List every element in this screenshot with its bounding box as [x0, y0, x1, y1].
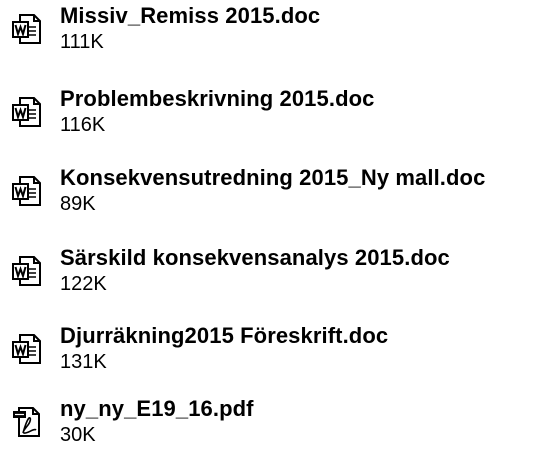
attachment-item-pdf[interactable]: ny_ny_E19_16.pdf 30K	[12, 396, 552, 456]
attachment-item-djurrakning[interactable]: Djurräkning2015 Föreskrift.doc 131K	[12, 323, 552, 383]
attachment-item-problembeskrivning[interactable]: Problembeskrivning 2015.doc 116K	[12, 86, 552, 146]
word-document-icon	[12, 255, 42, 287]
file-size: 122K	[60, 273, 107, 295]
file-name[interactable]: Särskild konsekvensanalys 2015.doc	[60, 245, 450, 271]
file-name[interactable]: Missiv_Remiss 2015.doc	[60, 3, 320, 29]
word-document-icon	[12, 175, 42, 207]
word-document-icon	[12, 96, 42, 128]
file-size: 116K	[60, 114, 106, 136]
file-name[interactable]: Konsekvensutredning 2015_Ny mall.doc	[60, 165, 485, 191]
file-name[interactable]: Djurräkning2015 Föreskrift.doc	[60, 323, 388, 349]
attachment-item-missiv[interactable]: Missiv_Remiss 2015.doc 111K	[12, 3, 552, 63]
file-size: 111K	[60, 31, 104, 53]
word-document-icon	[12, 13, 42, 45]
attachment-list: Missiv_Remiss 2015.doc 111K Problembeskr…	[0, 0, 557, 459]
attachment-item-konsekvensutredning[interactable]: Konsekvensutredning 2015_Ny mall.doc 89K	[12, 165, 552, 225]
pdf-document-icon	[12, 406, 42, 438]
file-name[interactable]: ny_ny_E19_16.pdf	[60, 396, 254, 422]
word-document-icon	[12, 333, 42, 365]
file-name[interactable]: Problembeskrivning 2015.doc	[60, 86, 374, 112]
file-size: 131K	[60, 351, 107, 373]
file-size: 30K	[60, 424, 96, 446]
attachment-item-sarskild[interactable]: Särskild konsekvensanalys 2015.doc 122K	[12, 245, 552, 305]
file-size: 89K	[60, 193, 96, 215]
